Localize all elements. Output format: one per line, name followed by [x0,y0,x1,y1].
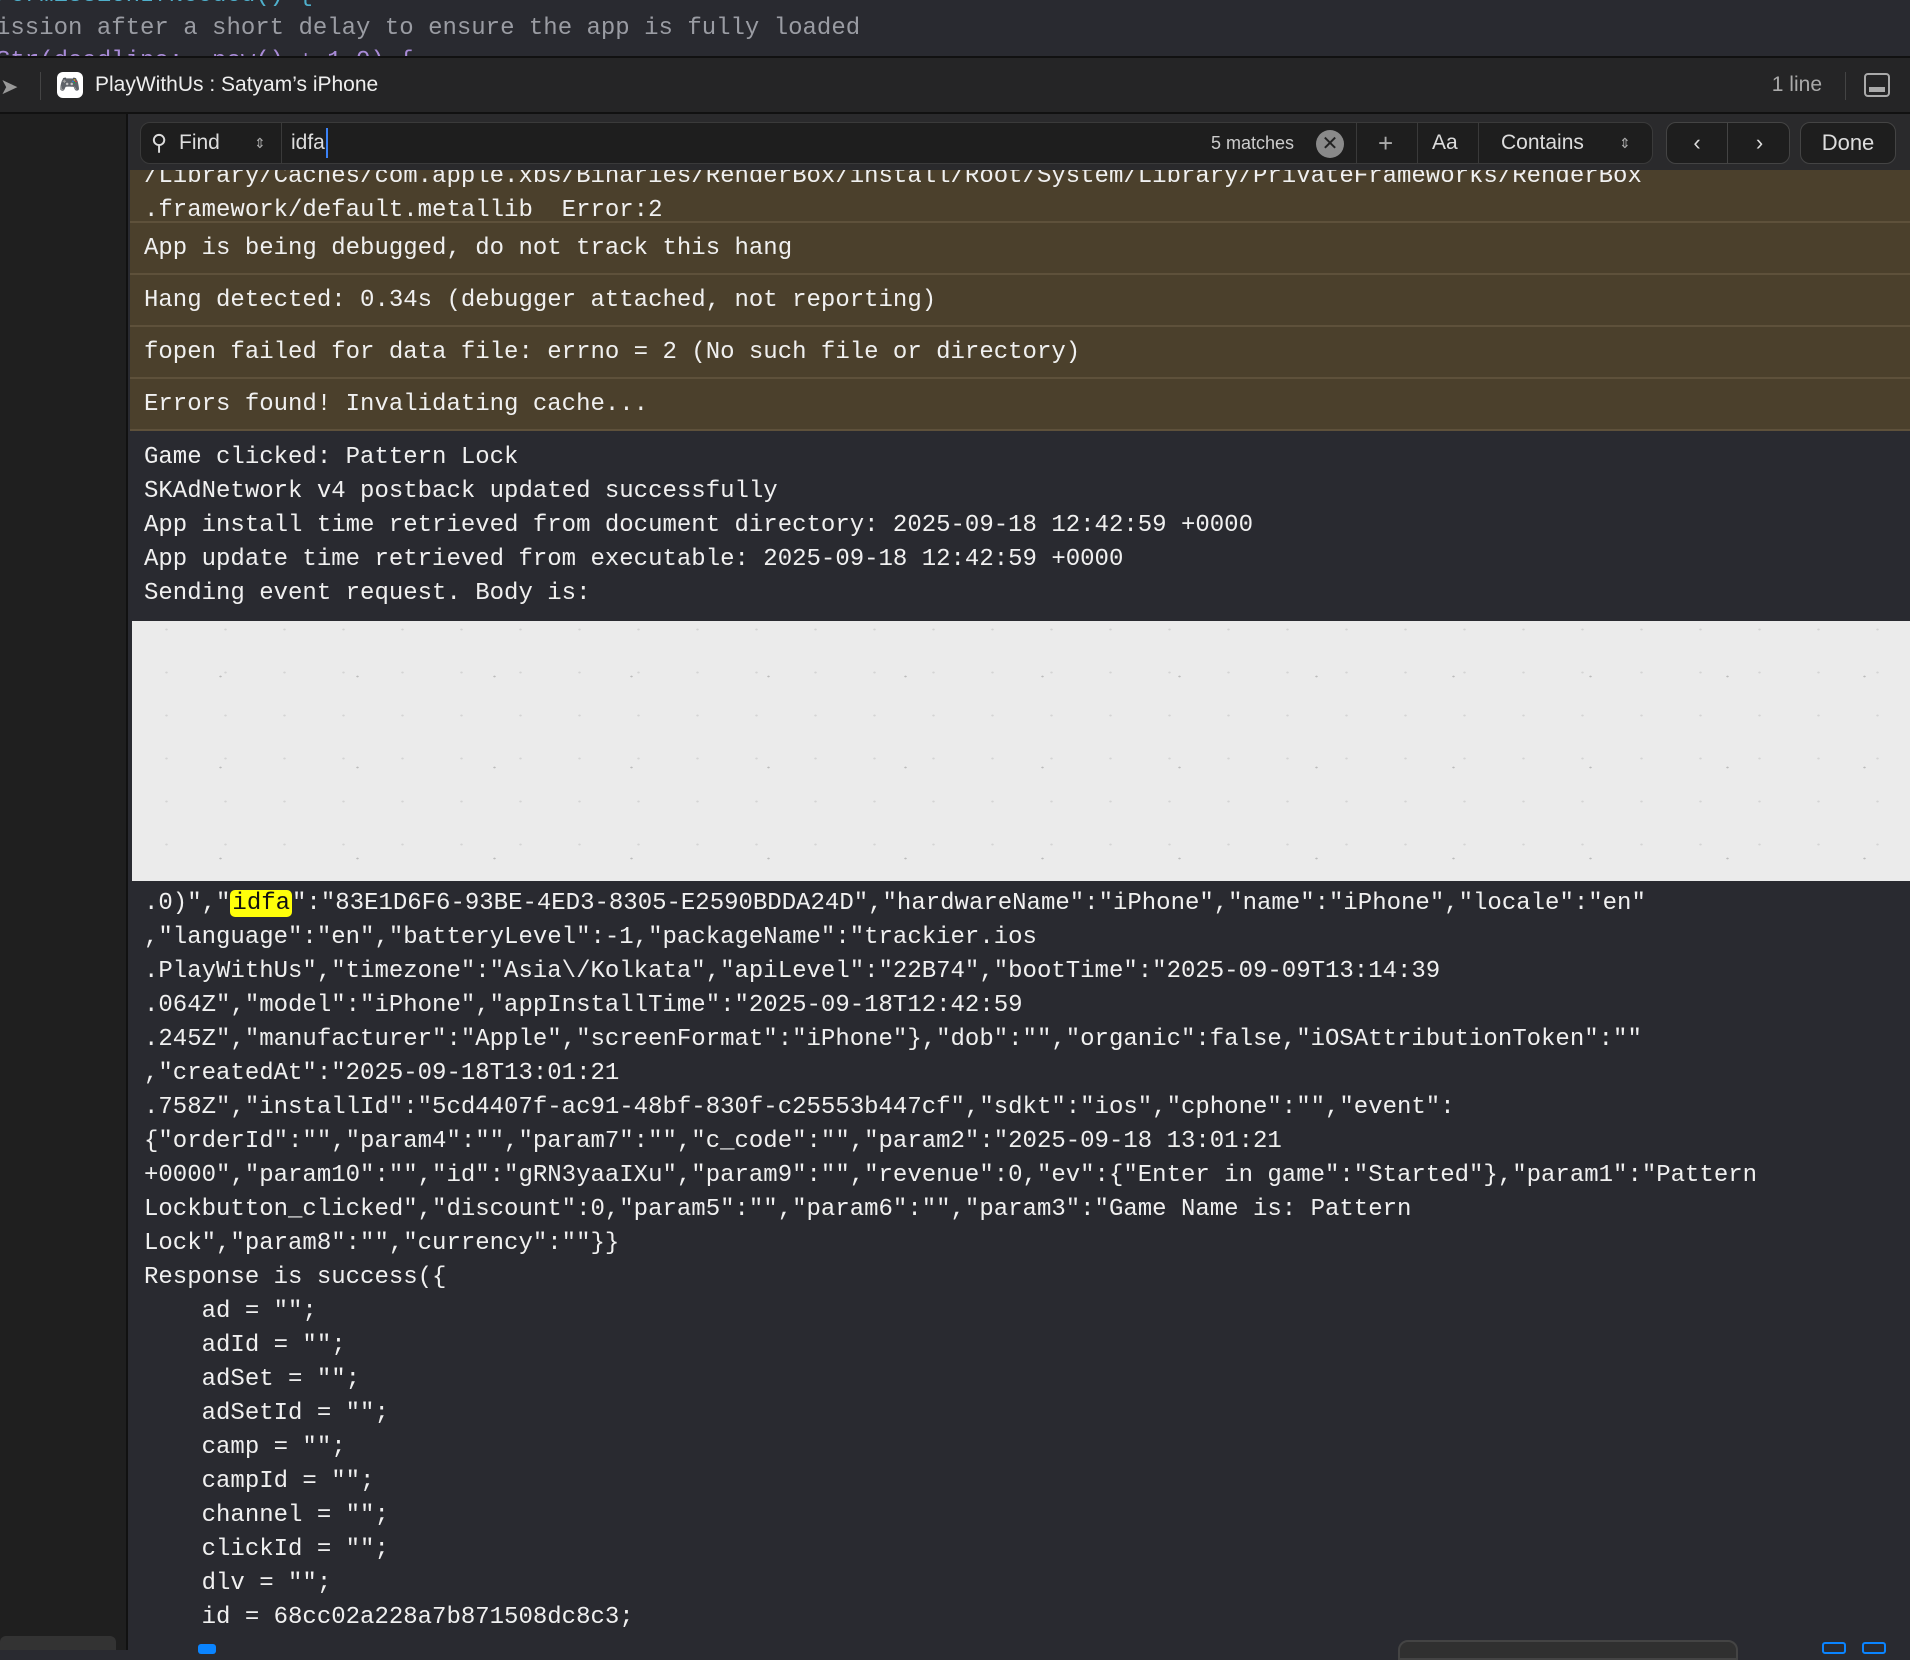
log-line: .758Z","installId":"5cd4407f-ac91-48bf-8… [144,1094,1455,1121]
log-line: +0000","param10":"","id":"gRN3yaaIXu","p… [144,1162,1758,1189]
location-arrow-icon[interactable]: ➤ [0,74,22,99]
log-line: Game clicked: Pattern Lock [144,444,519,471]
log-warning: fopen failed for data file: errno = 2 (N… [130,327,1910,379]
layout-right-icon[interactable] [1862,1642,1886,1654]
search-highlight: idfa [230,890,293,917]
search-icon: ⚲ [151,130,168,155]
redacted-image-region [132,621,1910,881]
divider [1845,72,1846,100]
log-line: {"orderId":"","param4":"","param7":"","c… [144,1128,1282,1155]
divider [1478,123,1479,163]
divider [1356,123,1357,163]
find-bar: ⚲ Find ⇕ idfa 5 matches ✕ + Aa Contains … [130,114,1910,170]
console-title: PlayWithUs : Satyam’s iPhone [95,73,379,96]
next-match-button[interactable]: › [1729,123,1790,163]
sidebar-tab[interactable] [0,1636,116,1650]
log-line: .064Z","model":"iPhone","appInstallTime"… [144,992,1023,1019]
log-warning: Errors found! Invalidating cache... [130,379,1910,431]
log-text: .0)"," [144,890,231,917]
log-line: Response is success({ [144,1264,447,1291]
match-type-select[interactable]: Contains [1501,123,1584,163]
divider [1417,123,1418,163]
log-line: ,"createdAt":"2025-09-18T13:01:21 [144,1060,620,1087]
divider [281,123,282,163]
search-input[interactable]: idfa [291,128,328,158]
layout-left-icon[interactable] [1822,1642,1846,1654]
previous-match-button[interactable]: ‹ [1667,123,1728,163]
log-line: ,"language":"en","batteryLevel":-1,"pack… [144,924,1037,951]
clear-icon[interactable]: ✕ [1316,130,1344,158]
log-line: Lock","param8":"","currency":""}} [144,1230,620,1257]
log-warning: /Library/Caches/com.apple.xbs/Binaries/R… [130,170,1910,223]
log-line: dlv = ""; [144,1570,332,1597]
filter-field[interactable] [1398,1640,1738,1660]
find-mode-select[interactable]: Find [179,123,220,163]
console-header: ➤ 🎮 PlayWithUs : Satyam’s iPhone 1 line [0,56,1910,114]
chevron-updown-icon[interactable]: ⇕ [254,123,266,163]
log-line: Lockbutton_clicked","discount":0,"param5… [144,1196,1412,1223]
code-line: PermissionIfNeeded() { [0,0,313,9]
find-field: ⚲ Find ⇕ idfa 5 matches ✕ + Aa Contains … [140,122,1653,164]
console-log[interactable]: /Library/Caches/com.apple.xbs/Binaries/R… [130,170,1910,1650]
line-count: 1 line [1771,73,1822,96]
case-sensitive-toggle[interactable]: Aa [1432,123,1458,163]
sidebar [0,114,128,1650]
done-button[interactable]: Done [1800,122,1896,164]
log-line-match: .0)","idfa":"83E1D6F6-93BE-4ED3-8305-E25… [130,887,1910,921]
gamecontroller-icon: 🎮 [57,72,83,98]
log-line: SKAdNetwork v4 postback updated successf… [144,478,778,505]
log-text: ":"83E1D6F6-93BE-4ED3-8305-E2590BDDA24D"… [292,890,1646,917]
filter-icon[interactable] [198,1644,216,1654]
log-line: campId = ""; [144,1468,375,1495]
log-line: id = 68cc02a228a7b871508dc8c3; [144,1604,634,1631]
log-line: camp = ""; [144,1434,346,1461]
plus-icon[interactable]: + [1378,123,1393,163]
log-line: App install time retrieved from document… [144,512,1253,539]
log-line: App update time retrieved from executabl… [144,546,1124,573]
log-line: adId = ""; [144,1332,346,1359]
log-line: .245Z","manufacturer":"Apple","screenFor… [144,1026,1642,1053]
log-line: channel = ""; [144,1502,389,1529]
match-count: 5 matches [1211,133,1295,153]
log-warning: Hang detected: 0.34s (debugger attached,… [130,275,1910,327]
log-body: ,"language":"en","batteryLevel":-1,"pack… [130,921,1910,1635]
log-warning: App is being debugged, do not track this… [130,223,1910,275]
log-line: adSet = ""; [144,1366,361,1393]
code-line: ission after a short delay to ensure the… [0,15,861,42]
panel-toggle-icon[interactable] [1864,73,1890,97]
log-line: .PlayWithUs","timezone":"Asia\/Kolkata",… [144,958,1441,985]
chevron-updown-icon[interactable]: ⇕ [1619,123,1631,163]
log-line: adSetId = ""; [144,1400,389,1427]
code-editor[interactable]: PermissionIfNeeded() { ission after a sh… [0,0,1910,56]
log-line: clickId = ""; [144,1536,389,1563]
log-line: ad = ""; [144,1298,317,1325]
log-line: Sending event request. Body is: [144,580,591,607]
code-line: Str(deadline: .now() + 1.0) { [0,48,414,56]
divider [40,72,41,100]
match-navigation: ‹ › [1666,122,1790,164]
